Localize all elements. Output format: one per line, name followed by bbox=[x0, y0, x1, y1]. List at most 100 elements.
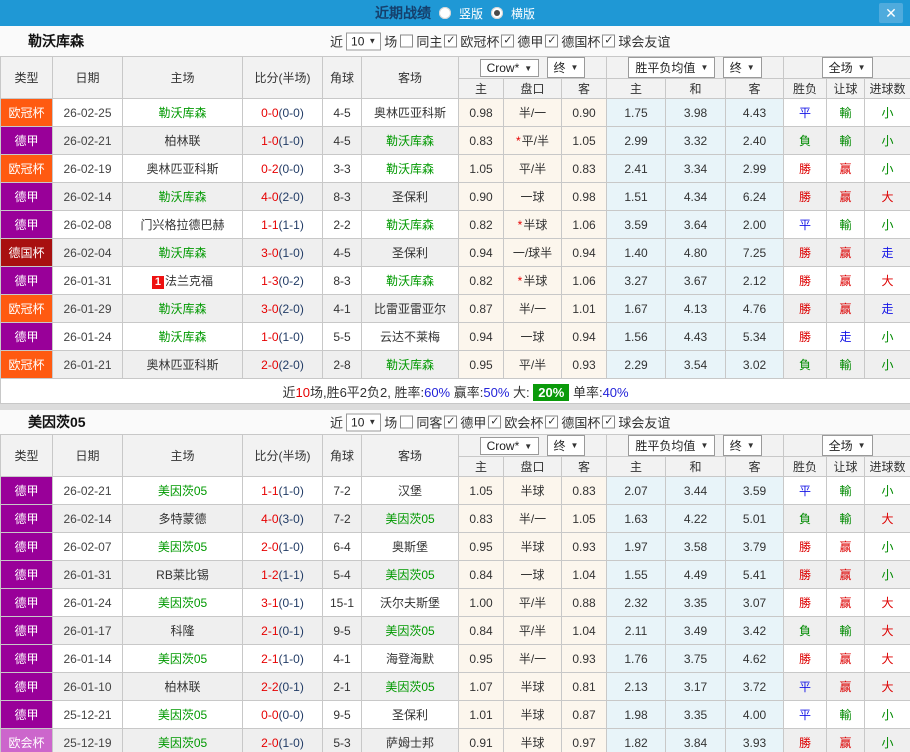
handicap-away-odds: 0.81 bbox=[562, 673, 607, 701]
halftime-score: (1-0) bbox=[279, 246, 304, 260]
close-button[interactable]: ✕ bbox=[879, 3, 903, 23]
match-count-select[interactable]: 10▼ bbox=[346, 32, 381, 50]
handicap-line: 平/半 bbox=[504, 155, 562, 183]
chevron-down-icon: ▼ bbox=[747, 63, 755, 72]
avg-away-odds: 3.72 bbox=[726, 673, 784, 701]
result-handicap: 赢 bbox=[827, 729, 865, 752]
score-cell: 4-0(3-0) bbox=[243, 505, 323, 533]
avg-odds-select[interactable]: 胜平负均值▼ bbox=[628, 435, 715, 456]
result-handicap: 赢 bbox=[827, 589, 865, 617]
league-badge: 欧会杯 bbox=[1, 729, 53, 752]
league-badge: 德甲 bbox=[1, 561, 53, 589]
bookmaker-select[interactable]: Crow*▼ bbox=[480, 59, 540, 77]
score-cell: 2-0(1-0) bbox=[243, 729, 323, 752]
home-team: 科隆 bbox=[123, 617, 243, 645]
handicap-home-odds: 1.05 bbox=[459, 155, 504, 183]
fulltime-score: 1-3 bbox=[261, 274, 278, 288]
match-count-select[interactable]: 10▼ bbox=[346, 413, 381, 431]
avg-away-odds: 3.79 bbox=[726, 533, 784, 561]
away-team: 沃尔夫斯堡 bbox=[362, 589, 459, 617]
league-checkbox[interactable]: ✓ bbox=[488, 416, 501, 429]
chevron-down-icon: ▼ bbox=[368, 418, 376, 427]
bookmaker-select[interactable]: Crow*▼ bbox=[480, 437, 540, 455]
league-badge: 欧冠杯 bbox=[1, 155, 53, 183]
corners-cell: 5-3 bbox=[323, 729, 362, 752]
star-icon: * bbox=[516, 134, 521, 148]
league-badge: 德甲 bbox=[1, 127, 53, 155]
match-row: 德甲 26-02-14 多特蒙德 4-0(3-0) 7-2 美因茨05 0.83… bbox=[1, 505, 910, 533]
avg-draw-odds: 3.67 bbox=[666, 267, 726, 295]
match-date: 26-02-25 bbox=[53, 99, 123, 127]
away-team: 圣保利 bbox=[362, 239, 459, 267]
result-handicap: 赢 bbox=[827, 267, 865, 295]
match-row: 欧冠杯 26-01-21 奥林匹亚科斯 2-0(2-0) 2-8 勒沃库森 0.… bbox=[1, 351, 910, 379]
league-badge: 德甲 bbox=[1, 505, 53, 533]
league-checkbox[interactable]: ✓ bbox=[602, 416, 615, 429]
handicap-line: 一球 bbox=[504, 323, 562, 351]
chevron-down-icon: ▼ bbox=[524, 442, 532, 451]
away-team: 比雷亚雷亚尔 bbox=[362, 295, 459, 323]
match-row: 德甲 26-02-14 勒沃库森 4-0(2-0) 8-3 圣保利 0.90 一… bbox=[1, 183, 910, 211]
radio-horizontal[interactable] bbox=[491, 7, 503, 19]
result-handicap: 輸 bbox=[827, 477, 865, 505]
handicap-away-odds: 0.87 bbox=[562, 701, 607, 729]
away-team: 勒沃库森 bbox=[362, 211, 459, 239]
same-venue-label: 同主 bbox=[416, 32, 442, 51]
fulltime-score: 1-1 bbox=[261, 484, 278, 498]
check-icon: ✓ bbox=[502, 36, 513, 47]
chevron-down-icon: ▼ bbox=[700, 63, 708, 72]
result-wdl: 負 bbox=[784, 617, 827, 645]
match-row: 德国杯 26-02-04 勒沃库森 3-0(1-0) 4-5 圣保利 0.94 … bbox=[1, 239, 910, 267]
match-row: 德甲 26-02-08 门兴格拉德巴赫 1-1(1-1) 2-2 勒沃库森 0.… bbox=[1, 211, 910, 239]
away-team: 奥林匹亚科斯 bbox=[362, 99, 459, 127]
result-wdl: 負 bbox=[784, 351, 827, 379]
handicap-line: 一球 bbox=[504, 183, 562, 211]
score-cell: 1-0(1-0) bbox=[243, 323, 323, 351]
same-venue-checkbox[interactable] bbox=[400, 416, 413, 429]
league-checkbox[interactable]: ✓ bbox=[545, 416, 558, 429]
avg-draw-odds: 3.58 bbox=[666, 533, 726, 561]
fulltime-score: 3-0 bbox=[261, 302, 278, 316]
score-cell: 2-1(0-1) bbox=[243, 617, 323, 645]
league-checkbox[interactable]: ✓ bbox=[501, 35, 514, 48]
final-select[interactable]: 终▼ bbox=[547, 57, 586, 78]
halftime-score: (3-0) bbox=[279, 512, 304, 526]
result-goals: 小 bbox=[865, 211, 910, 239]
final-select[interactable]: 终▼ bbox=[723, 57, 762, 78]
result-goals: 大 bbox=[865, 183, 910, 211]
header-corners: 角球 bbox=[323, 57, 362, 99]
home-team: 1法兰克福 bbox=[123, 267, 243, 295]
league-badge: 德甲 bbox=[1, 477, 53, 505]
avg-home-odds: 1.76 bbox=[607, 645, 666, 673]
match-date: 26-01-31 bbox=[53, 561, 123, 589]
corners-cell: 7-2 bbox=[323, 477, 362, 505]
handicap-away-odds: 0.93 bbox=[562, 351, 607, 379]
handicap-line: 半球 bbox=[504, 673, 562, 701]
same-venue-checkbox[interactable] bbox=[400, 35, 413, 48]
match-date: 26-02-08 bbox=[53, 211, 123, 239]
same-venue-label: 同客 bbox=[416, 413, 442, 432]
final-select[interactable]: 终▼ bbox=[547, 435, 586, 456]
subheader-away-odds: 客 bbox=[562, 457, 607, 477]
handicap-away-odds: 0.93 bbox=[562, 533, 607, 561]
avg-odds-select[interactable]: 胜平负均值▼ bbox=[628, 57, 715, 78]
league-checkbox[interactable]: ✓ bbox=[602, 35, 615, 48]
fulltime-select[interactable]: 全场▼ bbox=[822, 435, 873, 456]
header-date: 日期 bbox=[53, 57, 123, 99]
avg-draw-odds: 4.13 bbox=[666, 295, 726, 323]
handicap-away-odds: 1.05 bbox=[562, 127, 607, 155]
league-checkbox[interactable]: ✓ bbox=[545, 35, 558, 48]
avg-away-odds: 4.00 bbox=[726, 701, 784, 729]
rank-badge: 1 bbox=[152, 276, 164, 289]
result-wdl: 負 bbox=[784, 505, 827, 533]
radio-vertical[interactable] bbox=[439, 7, 451, 19]
match-row: 欧冠杯 26-02-25 勒沃库森 0-0(0-0) 4-5 奥林匹亚科斯 0.… bbox=[1, 99, 910, 127]
league-checkbox[interactable]: ✓ bbox=[444, 35, 457, 48]
league-checkbox[interactable]: ✓ bbox=[444, 416, 457, 429]
handicap-home-odds: 0.95 bbox=[459, 645, 504, 673]
result-goals: 小 bbox=[865, 155, 910, 183]
handicap-away-odds: 0.93 bbox=[562, 645, 607, 673]
match-date: 26-02-21 bbox=[53, 127, 123, 155]
final-select[interactable]: 终▼ bbox=[723, 435, 762, 456]
fulltime-select[interactable]: 全场▼ bbox=[822, 57, 873, 78]
